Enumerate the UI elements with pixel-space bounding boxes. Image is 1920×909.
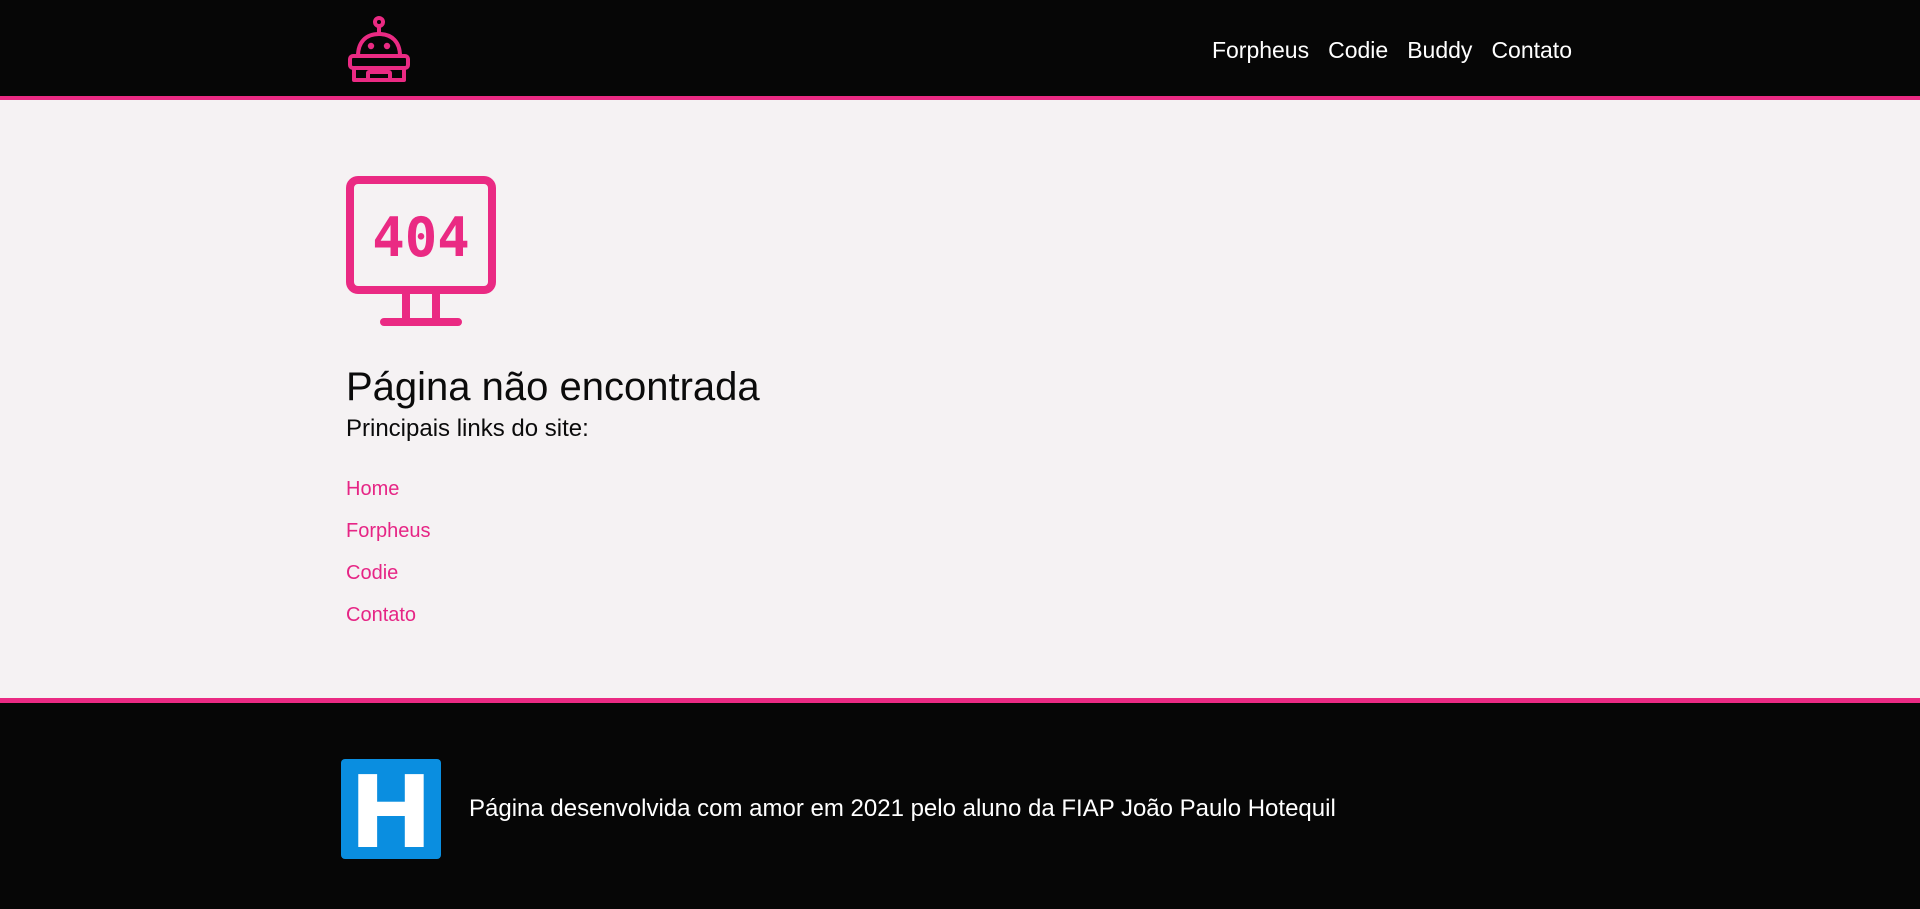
list-item: Home [346,476,431,518]
nav-link-forpheus[interactable]: Forpheus [1212,36,1309,64]
list-item: Codie [346,560,431,602]
link-codie[interactable]: Codie [346,562,398,584]
404-monitor-icon: 404 [346,176,496,328]
link-forpheus[interactable]: Forpheus [346,520,431,542]
footer-text: Página desenvolvida com amor em 2021 pel… [469,795,1336,822]
site-links-list: Home Forpheus Codie Contato [346,476,431,644]
list-item: Contato [346,602,431,644]
nav-link-contato[interactable]: Contato [1491,36,1572,64]
404-text: 404 [372,206,470,269]
link-contato[interactable]: Contato [346,604,416,626]
site-header: Forpheus Codie Buddy Contato [0,0,1920,100]
nav-link-codie[interactable]: Codie [1328,36,1388,64]
main-nav: Forpheus Codie Buddy Contato [1193,36,1572,64]
page-title: Página não encontrada [346,365,760,409]
links-subtitle: Principais links do site: [346,415,589,442]
robot-icon[interactable] [346,16,412,84]
nav-link-buddy[interactable]: Buddy [1407,36,1472,64]
list-item: Forpheus [346,518,431,560]
link-home[interactable]: Home [346,478,399,500]
h-logo-icon: H [341,759,441,859]
main-content [0,100,1920,700]
site-footer: H Página desenvolvida com amor em 2021 p… [0,698,1920,909]
h-logo-letter: H [349,759,433,859]
